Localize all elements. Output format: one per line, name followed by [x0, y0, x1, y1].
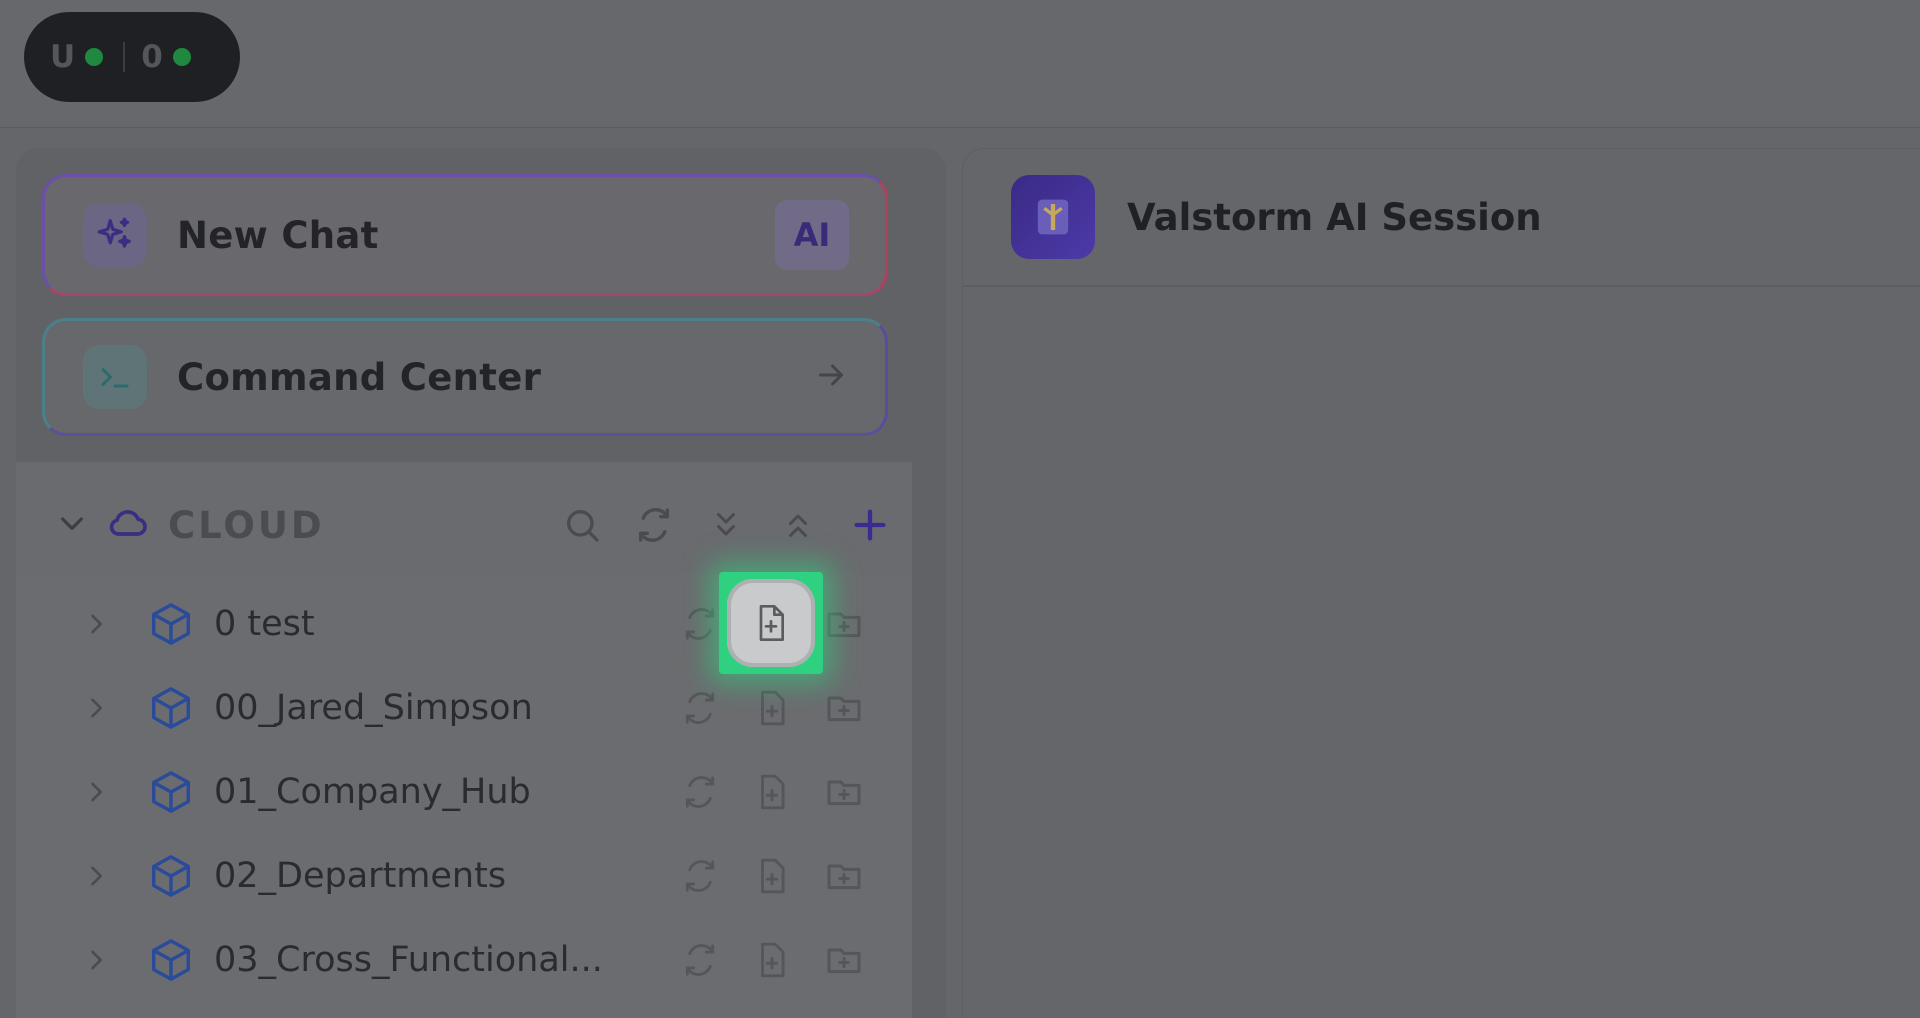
chevron-right-icon[interactable]: [76, 946, 116, 974]
list-item[interactable]: 02_Departments: [16, 834, 896, 918]
list-item[interactable]: 00_Jared_Simpson: [16, 666, 896, 750]
chevron-right-icon[interactable]: [76, 694, 116, 722]
new-chat-button[interactable]: New Chat AI: [42, 174, 888, 296]
status-left-label: U: [50, 39, 76, 75]
new-folder-icon[interactable]: [820, 684, 868, 732]
list-item[interactable]: 03_Cross_Functional...: [16, 918, 896, 1002]
page-title: Valstorm AI Session: [1127, 195, 1542, 239]
chevron-right-icon[interactable]: [76, 778, 116, 806]
new-file-icon[interactable]: [748, 684, 796, 732]
top-bar: U 0: [0, 0, 1920, 128]
new-folder-icon[interactable]: [820, 852, 868, 900]
cloud-section-title: CLOUD: [168, 503, 325, 547]
status-right-label: 0: [141, 39, 163, 75]
cube-icon: [146, 851, 196, 901]
cloud-section-header: CLOUD: [56, 490, 896, 560]
sync-icon[interactable]: [676, 600, 724, 648]
collapse-all-icon[interactable]: [772, 499, 824, 551]
new-folder-icon[interactable]: [820, 936, 868, 984]
status-separator: [123, 42, 126, 72]
new-file-icon[interactable]: [748, 768, 796, 816]
chevron-right-icon[interactable]: [76, 862, 116, 890]
search-icon[interactable]: [556, 499, 608, 551]
terminal-icon: [83, 345, 147, 409]
cube-icon: [146, 599, 196, 649]
chevron-right-icon[interactable]: [76, 610, 116, 638]
highlighted-new-file-button[interactable]: [719, 572, 823, 674]
sync-icon[interactable]: [676, 852, 724, 900]
new-file-icon[interactable]: [748, 936, 796, 984]
sync-icon[interactable]: [676, 936, 724, 984]
cloud-icon: [106, 501, 150, 549]
main-panel: Valstorm AI Session: [962, 148, 1920, 1018]
new-file-icon[interactable]: [727, 579, 815, 667]
app-logo: [1011, 175, 1095, 259]
new-chat-label: New Chat: [177, 213, 379, 257]
new-folder-icon[interactable]: [820, 768, 868, 816]
status-pill[interactable]: U 0: [24, 12, 240, 102]
session-header: Valstorm AI Session: [963, 149, 1920, 287]
new-folder-icon[interactable]: [820, 600, 868, 648]
sync-icon[interactable]: [676, 768, 724, 816]
cube-icon: [146, 767, 196, 817]
status-dot-left: [85, 48, 104, 66]
list-item[interactable]: 01_Company_Hub: [16, 750, 896, 834]
cube-icon: [146, 683, 196, 733]
add-icon[interactable]: [844, 499, 896, 551]
command-center-label: Command Center: [177, 355, 542, 399]
expand-all-icon[interactable]: [700, 499, 752, 551]
chevron-down-icon[interactable]: [56, 507, 88, 543]
status-dot-right: [172, 48, 191, 66]
sparkle-icon: [83, 203, 147, 267]
refresh-icon[interactable]: [628, 499, 680, 551]
cube-icon: [146, 935, 196, 985]
new-file-icon[interactable]: [748, 852, 796, 900]
ai-badge: AI: [775, 200, 849, 270]
command-center-button[interactable]: Command Center: [42, 318, 888, 436]
arrow-right-icon: [813, 357, 849, 397]
sync-icon[interactable]: [676, 684, 724, 732]
